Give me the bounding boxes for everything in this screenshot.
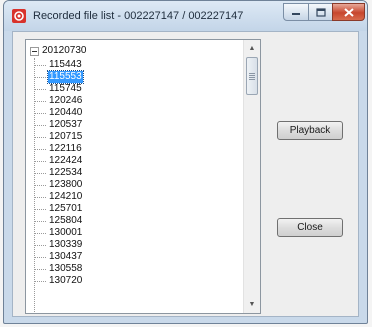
tree-item-label: 120715 xyxy=(49,131,83,142)
maximize-button[interactable] xyxy=(308,3,333,21)
tree-item[interactable]: 123800 xyxy=(26,179,226,191)
tree-item[interactable]: 120246 xyxy=(26,95,226,107)
tree-root-node[interactable]: 20120730 xyxy=(30,44,88,58)
tree-item-label: 125804 xyxy=(49,215,83,226)
tree-item[interactable]: 122116 xyxy=(26,143,226,155)
collapse-toggle-icon[interactable] xyxy=(30,46,39,56)
tree-item[interactable]: 120440 xyxy=(26,107,226,119)
window-title: Recorded file list - 002227147 / 0022271… xyxy=(33,10,244,22)
tree-branch-line xyxy=(35,209,46,210)
tree-item-label: 115443 xyxy=(49,59,82,70)
tree-item-label: 124210 xyxy=(49,191,83,202)
close-button[interactable]: Close xyxy=(277,218,343,237)
tree-item[interactable]: 120537 xyxy=(26,119,226,131)
tree-branch-line xyxy=(35,113,46,114)
tree-item[interactable]: 130339 xyxy=(26,239,226,251)
tree-item[interactable]: 120715 xyxy=(26,131,226,143)
tree-item-label: 120246 xyxy=(49,95,83,106)
scroll-thumb[interactable] xyxy=(246,57,258,95)
tree-branch-line xyxy=(35,269,46,270)
tree-children: 115443 115553 115745 120246 120440 120537 1207… xyxy=(26,59,226,287)
minimize-button[interactable] xyxy=(283,3,309,21)
tree-branch-line xyxy=(35,137,46,138)
tree-vertical-scrollbar[interactable]: ▲ ▼ xyxy=(243,40,260,313)
tree-branch-line xyxy=(35,65,46,66)
scroll-down-arrow-icon: ▼ xyxy=(248,301,256,308)
tree-branch-line xyxy=(35,197,46,198)
scroll-grip-icon xyxy=(249,72,255,80)
tree-item-label: 130720 xyxy=(49,275,83,286)
tree-item-label: 115745 xyxy=(49,83,82,94)
scroll-up-arrow-icon: ▲ xyxy=(248,45,256,52)
minimize-icon xyxy=(292,13,300,15)
tree-item-label: 130558 xyxy=(49,263,83,274)
tree-item[interactable]: 130558 xyxy=(26,263,226,275)
tree-branch-line xyxy=(35,281,46,282)
dialog-client-area: 20120730 115443 115553 115745 120246 120440 1… xyxy=(12,31,359,317)
scroll-down-button[interactable]: ▼ xyxy=(244,296,260,313)
title-bar[interactable]: Recorded file list - 002227147 / 0022271… xyxy=(4,1,367,31)
tree-item[interactable]: 122424 xyxy=(26,155,226,167)
tree-item[interactable]: 125701 xyxy=(26,203,226,215)
tree-branch-line xyxy=(35,173,46,174)
tree-item-label: 122116 xyxy=(49,143,82,154)
tree-branch-line xyxy=(35,101,46,102)
tree-item[interactable]: 115745 xyxy=(26,83,226,95)
tree-item-label: 120440 xyxy=(49,107,83,118)
scroll-up-button[interactable]: ▲ xyxy=(244,40,260,57)
tree-item-label: 115553 xyxy=(47,70,84,84)
tree-branch-line xyxy=(35,221,46,222)
window-close-button[interactable] xyxy=(332,3,365,21)
tree-item-label: 130437 xyxy=(49,251,83,262)
tree-item[interactable]: 125804 xyxy=(26,215,226,227)
playback-button[interactable]: Playback xyxy=(277,121,343,140)
tree-branch-line xyxy=(35,185,46,186)
tree-item[interactable]: 130720 xyxy=(26,275,226,287)
tree-branch-line xyxy=(35,233,46,234)
tree-item[interactable]: 115443 xyxy=(26,59,226,71)
tree-item-label: 130001 xyxy=(49,227,83,238)
tree-branch-line xyxy=(35,257,46,258)
maximize-icon xyxy=(315,7,326,17)
tree-branch-line xyxy=(35,161,46,162)
tree-item-label: 125701 xyxy=(49,203,83,214)
tree-item[interactable]: 124210 xyxy=(26,191,226,203)
tree-item[interactable]: 115553 xyxy=(26,70,226,84)
tree-branch-line xyxy=(35,125,46,126)
tree-item[interactable]: 122534 xyxy=(26,167,226,179)
tree-item-label: 123800 xyxy=(49,179,83,190)
tree-root-label: 20120730 xyxy=(42,45,87,56)
tree-branch-line xyxy=(35,149,46,150)
recorded-file-list-window: Recorded file list - 002227147 / 0022271… xyxy=(3,0,368,324)
tree-item-label: 130339 xyxy=(49,239,83,250)
tree-item[interactable]: 130437 xyxy=(26,251,226,263)
tree-item-label: 122424 xyxy=(49,155,83,166)
tree-item-label: 120537 xyxy=(49,119,83,130)
tree-item[interactable]: 130001 xyxy=(26,227,226,239)
recorder-app-icon xyxy=(11,8,27,24)
tree-item-label: 122534 xyxy=(49,167,83,178)
tree-branch-line xyxy=(35,77,46,78)
tree-branch-line xyxy=(35,245,46,246)
recorded-file-tree[interactable]: 20120730 115443 115553 115745 120246 120440 1… xyxy=(25,39,261,314)
tree-branch-line xyxy=(35,89,46,90)
close-x-icon xyxy=(343,7,354,17)
